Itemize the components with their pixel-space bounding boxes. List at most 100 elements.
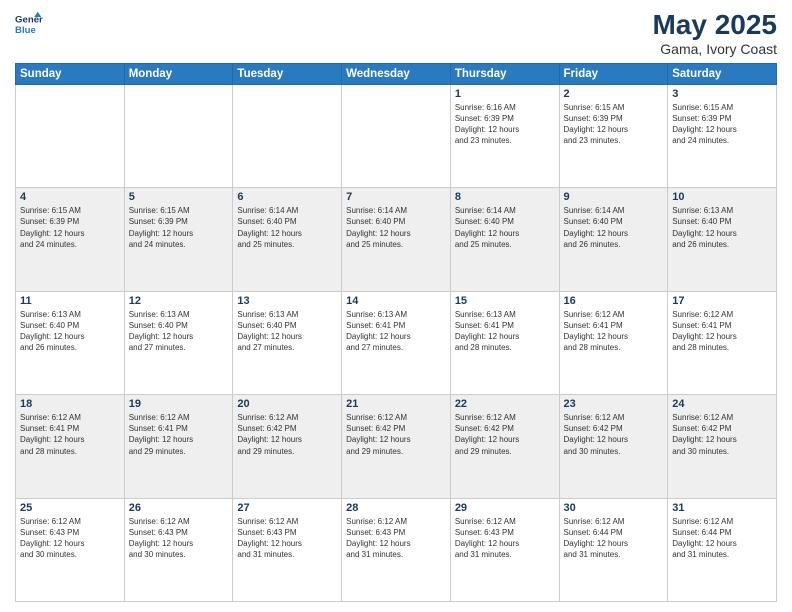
day-info: Sunrise: 6:13 AM Sunset: 6:40 PM Dayligh… [237,309,337,354]
day-number: 11 [20,295,120,307]
day-number: 4 [20,191,120,203]
week-row-3: 11 Sunrise: 6:13 AM Sunset: 6:40 PM Dayli… [16,291,777,394]
day-info: Sunrise: 6:15 AM Sunset: 6:39 PM Dayligh… [20,205,120,250]
calendar-cell: 13 Sunrise: 6:13 AM Sunset: 6:40 PM Dayli… [233,291,342,394]
day-info: Sunrise: 6:15 AM Sunset: 6:39 PM Dayligh… [564,102,664,147]
day-info: Sunrise: 6:12 AM Sunset: 6:42 PM Dayligh… [455,412,555,457]
calendar-cell: 30 Sunrise: 6:12 AM Sunset: 6:44 PM Dayli… [559,498,668,601]
day-info: Sunrise: 6:12 AM Sunset: 6:44 PM Dayligh… [564,516,664,561]
header: General Blue May 2025 Gama, Ivory Coast [15,10,777,57]
day-info: Sunrise: 6:12 AM Sunset: 6:42 PM Dayligh… [346,412,446,457]
day-number: 10 [672,191,772,203]
header-friday: Friday [559,63,668,84]
day-number: 30 [564,502,664,514]
day-number: 23 [564,398,664,410]
calendar-cell: 11 Sunrise: 6:13 AM Sunset: 6:40 PM Dayli… [16,291,125,394]
title-block: May 2025 Gama, Ivory Coast [652,10,777,57]
calendar-cell: 25 Sunrise: 6:12 AM Sunset: 6:43 PM Dayli… [16,498,125,601]
calendar-cell: 22Sunrise: 6:12 AM Sunset: 6:42 PM Dayli… [450,395,559,498]
calendar-cell: 9Sunrise: 6:14 AM Sunset: 6:40 PM Daylig… [559,188,668,291]
calendar-table: Sunday Monday Tuesday Wednesday Thursday… [15,63,777,602]
day-number: 26 [129,502,229,514]
calendar-cell: 15 Sunrise: 6:13 AM Sunset: 6:41 PM Dayli… [450,291,559,394]
calendar-cell [233,84,342,187]
day-number: 1 [455,88,555,100]
day-number: 29 [455,502,555,514]
logo: General Blue [15,10,43,38]
day-info: Sunrise: 6:14 AM Sunset: 6:40 PM Dayligh… [237,205,337,250]
day-info: Sunrise: 6:12 AM Sunset: 6:43 PM Dayligh… [129,516,229,561]
day-number: 24 [672,398,772,410]
day-number: 28 [346,502,446,514]
day-number: 13 [237,295,337,307]
calendar-cell [342,84,451,187]
day-number: 5 [129,191,229,203]
day-info: Sunrise: 6:14 AM Sunset: 6:40 PM Dayligh… [564,205,664,250]
calendar-cell: 6 Sunrise: 6:14 AM Sunset: 6:40 PM Daylig… [233,188,342,291]
day-info: Sunrise: 6:15 AM Sunset: 6:39 PM Dayligh… [672,102,772,147]
calendar-cell: 27Sunrise: 6:12 AM Sunset: 6:43 PM Dayli… [233,498,342,601]
week-row-1: 1 Sunrise: 6:16 AM Sunset: 6:39 PM Daylig… [16,84,777,187]
day-info: Sunrise: 6:16 AM Sunset: 6:39 PM Dayligh… [455,102,555,147]
day-info: Sunrise: 6:13 AM Sunset: 6:41 PM Dayligh… [455,309,555,354]
calendar-cell: 8 Sunrise: 6:14 AM Sunset: 6:40 PM Daylig… [450,188,559,291]
header-thursday: Thursday [450,63,559,84]
day-number: 19 [129,398,229,410]
page: General Blue May 2025 Gama, Ivory Coast … [0,0,792,612]
day-number: 6 [237,191,337,203]
calendar-cell: 24 Sunrise: 6:12 AM Sunset: 6:42 PM Dayli… [668,395,777,498]
calendar-cell: 28 Sunrise: 6:12 AM Sunset: 6:43 PM Dayli… [342,498,451,601]
calendar-cell: 18Sunrise: 6:12 AM Sunset: 6:41 PM Dayli… [16,395,125,498]
day-number: 27 [237,502,337,514]
day-number: 16 [564,295,664,307]
day-info: Sunrise: 6:13 AM Sunset: 6:40 PM Dayligh… [20,309,120,354]
day-info: Sunrise: 6:13 AM Sunset: 6:40 PM Dayligh… [672,205,772,250]
day-info: Sunrise: 6:12 AM Sunset: 6:43 PM Dayligh… [20,516,120,561]
day-number: 14 [346,295,446,307]
day-info: Sunrise: 6:14 AM Sunset: 6:40 PM Dayligh… [346,205,446,250]
calendar-cell: 5 Sunrise: 6:15 AM Sunset: 6:39 PM Daylig… [124,188,233,291]
week-row-2: 4 Sunrise: 6:15 AM Sunset: 6:39 PM Daylig… [16,188,777,291]
calendar-cell: 16 Sunrise: 6:12 AM Sunset: 6:41 PM Dayli… [559,291,668,394]
generalblue-logo-icon: General Blue [15,10,43,38]
calendar-cell [16,84,125,187]
calendar-cell: 26 Sunrise: 6:12 AM Sunset: 6:43 PM Dayli… [124,498,233,601]
day-number: 25 [20,502,120,514]
calendar-cell: 31Sunrise: 6:12 AM Sunset: 6:44 PM Dayli… [668,498,777,601]
day-info: Sunrise: 6:12 AM Sunset: 6:41 PM Dayligh… [129,412,229,457]
day-number: 17 [672,295,772,307]
day-info: Sunrise: 6:12 AM Sunset: 6:41 PM Dayligh… [672,309,772,354]
calendar-cell: 20 Sunrise: 6:12 AM Sunset: 6:42 PM Dayli… [233,395,342,498]
week-row-4: 18Sunrise: 6:12 AM Sunset: 6:41 PM Dayli… [16,395,777,498]
calendar-cell [124,84,233,187]
day-number: 3 [672,88,772,100]
calendar-cell: 19 Sunrise: 6:12 AM Sunset: 6:41 PM Dayli… [124,395,233,498]
day-info: Sunrise: 6:12 AM Sunset: 6:41 PM Dayligh… [20,412,120,457]
day-number: 21 [346,398,446,410]
header-tuesday: Tuesday [233,63,342,84]
calendar-cell: 21 Sunrise: 6:12 AM Sunset: 6:42 PM Dayli… [342,395,451,498]
day-info: Sunrise: 6:12 AM Sunset: 6:44 PM Dayligh… [672,516,772,561]
calendar-cell: 7Sunrise: 6:14 AM Sunset: 6:40 PM Daylig… [342,188,451,291]
calendar-cell: 17 Sunrise: 6:12 AM Sunset: 6:41 PM Dayli… [668,291,777,394]
calendar-cell: 12 Sunrise: 6:13 AM Sunset: 6:40 PM Dayli… [124,291,233,394]
day-info: Sunrise: 6:12 AM Sunset: 6:43 PM Dayligh… [346,516,446,561]
day-info: Sunrise: 6:13 AM Sunset: 6:40 PM Dayligh… [129,309,229,354]
calendar-cell: 4 Sunrise: 6:15 AM Sunset: 6:39 PM Daylig… [16,188,125,291]
calendar-cell: 2Sunrise: 6:15 AM Sunset: 6:39 PM Daylig… [559,84,668,187]
day-number: 20 [237,398,337,410]
day-info: Sunrise: 6:15 AM Sunset: 6:39 PM Dayligh… [129,205,229,250]
day-number: 12 [129,295,229,307]
day-info: Sunrise: 6:14 AM Sunset: 6:40 PM Dayligh… [455,205,555,250]
calendar-cell: 1 Sunrise: 6:16 AM Sunset: 6:39 PM Daylig… [450,84,559,187]
day-number: 15 [455,295,555,307]
day-info: Sunrise: 6:12 AM Sunset: 6:42 PM Dayligh… [237,412,337,457]
calendar-title: May 2025 [652,10,777,41]
header-monday: Monday [124,63,233,84]
calendar-cell: 3 Sunrise: 6:15 AM Sunset: 6:39 PM Daylig… [668,84,777,187]
day-number: 8 [455,191,555,203]
day-info: Sunrise: 6:12 AM Sunset: 6:42 PM Dayligh… [672,412,772,457]
day-info: Sunrise: 6:12 AM Sunset: 6:41 PM Dayligh… [564,309,664,354]
day-info: Sunrise: 6:12 AM Sunset: 6:43 PM Dayligh… [455,516,555,561]
day-info: Sunrise: 6:13 AM Sunset: 6:41 PM Dayligh… [346,309,446,354]
